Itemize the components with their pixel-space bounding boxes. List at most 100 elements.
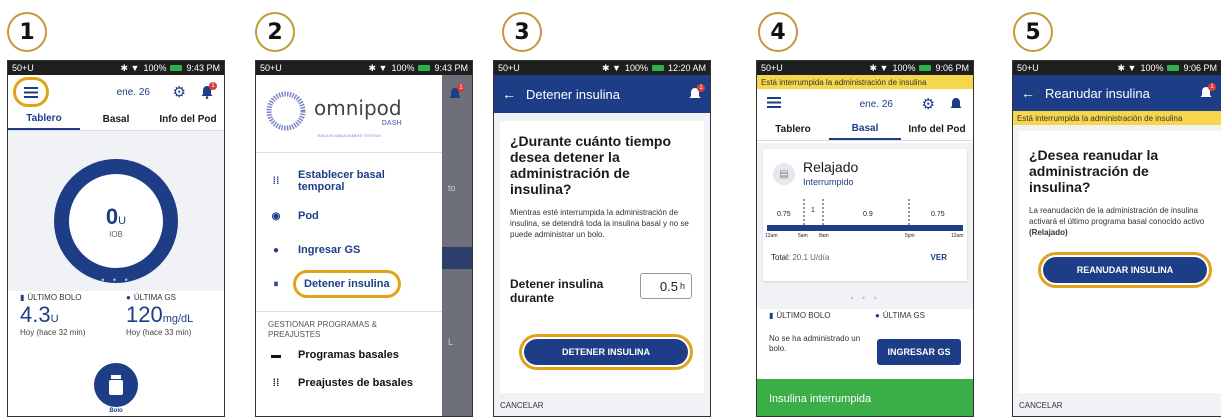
question-text: ¿Desea reanudar la administración de ins… xyxy=(1029,147,1159,195)
tab-basal[interactable]: Basal xyxy=(80,110,152,129)
status-bar: 50+U ✱ ▼ 100% 12:20 AM xyxy=(494,61,710,75)
duration-value: 0.5 xyxy=(659,278,678,294)
tab-tablero[interactable]: Tablero xyxy=(8,109,80,130)
status-bar: 50+U ✱ ▼ 100% 9:43 PM xyxy=(256,61,472,75)
menu-item-enter-bg[interactable]: ● Ingresar GS xyxy=(256,233,442,267)
phone-screen-3: 50+U ✱ ▼ 100% 12:20 AM ← Detener insulina … xyxy=(493,60,711,417)
pause-icon: ⏸ xyxy=(273,278,279,290)
status-bar: 50+U ✱ ▼ 100% 9:06 PM xyxy=(1013,61,1221,75)
menu-label: Programas basales xyxy=(298,349,399,361)
program-status: Interrumpido xyxy=(803,177,854,187)
resume-insulin-button[interactable]: REANUDAR INSULINA xyxy=(1038,252,1212,288)
carrier-label: 50+U xyxy=(761,63,783,73)
peek-button xyxy=(442,247,472,269)
menu-label: Detener insulina xyxy=(293,270,401,298)
last-bg-block: ● ÚLTIMA GS xyxy=(875,311,925,320)
total-value: 20.1 U/día xyxy=(792,253,830,262)
page-dots: • • • xyxy=(101,275,131,285)
program-name: (Relajado) xyxy=(1029,228,1068,237)
battery-icon xyxy=(170,65,183,71)
cancel-link[interactable]: CANCELAR xyxy=(1019,401,1063,410)
calendar-icon: ▤ xyxy=(773,163,795,185)
insulin-suspended-banner[interactable]: Insulina interrumpida xyxy=(757,379,973,416)
vial-icon xyxy=(109,375,123,395)
dimmed-background[interactable]: 1 to L xyxy=(442,75,472,416)
menu-item-basal-programs[interactable]: ▬ Programas basales xyxy=(256,340,442,370)
phone-screen-1: 50+U ✱ ▼ 100% 9:43 PM ene. 26 ⚙ 1 Tablero … xyxy=(7,60,225,417)
view-link[interactable]: VER xyxy=(931,253,947,262)
tab-info-pod[interactable]: Info del Pod xyxy=(901,120,973,139)
tab-info-pod[interactable]: Info del Pod xyxy=(152,110,224,129)
carrier-label: 50+U xyxy=(498,63,520,73)
last-bolus-value: 4.3 xyxy=(20,302,51,327)
brand-sub: DASH xyxy=(381,119,402,127)
last-bg-value: 120 xyxy=(126,302,163,327)
stop-insulin-button[interactable]: DETENER INSULINA xyxy=(519,334,693,370)
duration-field[interactable]: 0.5 h xyxy=(640,273,692,299)
last-bolus-block: ▮ ÚLTIMO BOLO 4.3U Hoy (hace 32 min) xyxy=(20,293,85,337)
phone-screen-2: 50+U ✱ ▼ 100% 9:43 PM 1 to L omnipod DASH … xyxy=(255,60,473,417)
back-arrow-icon[interactable]: ← xyxy=(1021,85,1035,101)
clock: 9:43 PM xyxy=(434,63,468,73)
rate-label: 0.75 xyxy=(931,211,945,218)
menu-item-pod[interactable]: ◉ Pod xyxy=(256,199,442,233)
bluetooth-icon: ✱ ▼ xyxy=(368,62,388,73)
peek-text: to xyxy=(448,183,456,193)
iob-ring: 0U IOB xyxy=(54,159,178,283)
phone-screen-5: 50+U ✱ ▼ 100% 9:06 PM ← Reanudar insulina … xyxy=(1012,60,1221,417)
bolus-label: Bolo xyxy=(109,408,123,414)
step-badge-4: 4 xyxy=(758,12,798,52)
suspended-banner: Está interrumpida la administración de i… xyxy=(757,75,973,89)
hamburger-icon[interactable] xyxy=(13,77,49,107)
bolus-button[interactable] xyxy=(94,363,138,407)
last-bolus-text: No se ha administrado un bolo. xyxy=(769,334,861,353)
omnipod-logo: omnipod DASH xyxy=(256,75,442,131)
date-label: ene. 26 xyxy=(859,98,893,110)
iob-value: 0 xyxy=(105,203,119,229)
menu-label: Establecer basal temporal xyxy=(298,169,385,193)
menu-label: Ingresar GS xyxy=(298,244,361,256)
last-bolus-label: ÚLTIMO BOLO xyxy=(776,311,831,320)
time-label: 5pm xyxy=(905,233,915,239)
cancel-link[interactable]: CANCELAR xyxy=(500,401,544,410)
bell-icon: 1 xyxy=(448,84,465,101)
step-badge-2: 2 xyxy=(255,12,295,52)
last-bolus-label: ÚLTIMO BOLO xyxy=(27,293,82,302)
menu-item-basal-presets[interactable]: ⁞⁞ Preajustes de basales xyxy=(256,370,442,396)
last-bg-time: Hoy (hace 33 min) xyxy=(126,328,192,337)
carrier-label: 50+U xyxy=(12,63,34,73)
bell-icon[interactable]: 1 xyxy=(688,84,705,101)
body-text: La reanudación de la administración de i… xyxy=(1029,206,1205,226)
header-bar: ← Reanudar insulina 1 xyxy=(1013,75,1221,111)
bell-icon[interactable]: 1 xyxy=(1199,83,1216,100)
time-label: 12am xyxy=(765,233,778,239)
bell-icon[interactable]: 1 xyxy=(200,82,217,99)
omnipod-logo-icon xyxy=(266,91,306,131)
gear-icon[interactable]: ⚙ xyxy=(922,95,935,113)
bluetooth-icon: ✱ ▼ xyxy=(120,62,140,73)
enter-bg-button[interactable]: INGRESAR GS xyxy=(877,339,961,365)
total-label: Total: xyxy=(771,253,791,262)
iob-unit: U xyxy=(118,214,127,227)
tab-basal[interactable]: Basal xyxy=(829,119,901,140)
battery-label: 100% xyxy=(391,63,415,73)
tab-tablero[interactable]: Tablero xyxy=(757,120,829,139)
hamburger-icon[interactable] xyxy=(767,95,781,113)
status-bar: 50+U ✱ ▼ 100% 9:43 PM xyxy=(8,61,224,75)
drop-icon: ● xyxy=(126,293,131,302)
menu-item-temp-basal[interactable]: ⁞⁞ Establecer basal temporal xyxy=(256,163,442,199)
rate-label: 0.9 xyxy=(863,211,873,218)
time-label: 5am xyxy=(798,233,808,239)
bluetooth-icon: ✱ ▼ xyxy=(1117,62,1137,73)
home-topbar: ene. 26 ⚙ xyxy=(757,89,973,119)
step-badge-1: 1 xyxy=(7,12,47,52)
clock: 12:20 AM xyxy=(667,63,706,73)
clock: 9:06 PM xyxy=(935,63,969,73)
phone-screen-4: 50+U ✱ ▼ 100% 9:06 PM Está interrumpida la… xyxy=(756,60,974,417)
menu-item-stop-insulin[interactable]: ⏸ Detener insulina xyxy=(256,267,442,301)
gear-icon[interactable]: ⚙ xyxy=(173,83,186,101)
back-arrow-icon[interactable]: ← xyxy=(502,86,516,102)
content-card: ¿Durante cuánto tiempo desea detener la … xyxy=(500,121,704,393)
basal-program-card: ▤ Relajado Interrumpido 0.75 1 0.9 0.75 … xyxy=(763,149,967,281)
bell-icon[interactable] xyxy=(949,97,963,111)
